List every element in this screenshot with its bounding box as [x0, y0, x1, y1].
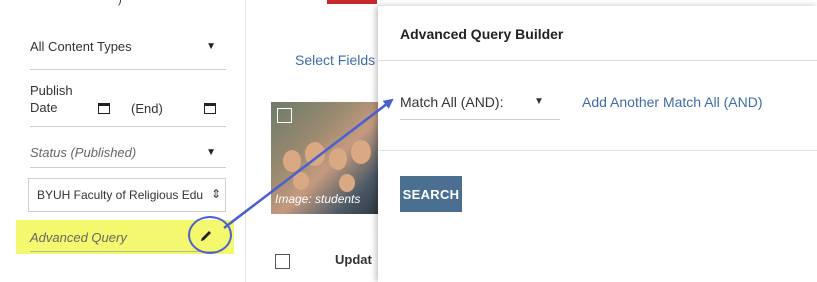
end-date-label[interactable]: (End)	[131, 101, 163, 116]
search-button[interactable]: SEARCH	[400, 176, 462, 212]
match-mode-select[interactable]: Match All (AND): ▼	[400, 90, 560, 120]
content-type-value: All Content Types	[30, 39, 132, 54]
field-underline	[30, 251, 218, 252]
image-caption: Image: students	[275, 192, 361, 206]
advanced-query-builder-panel: Advanced Query Builder Match All (AND): …	[378, 6, 817, 282]
top-fragment: )	[118, 0, 122, 6]
content-type-select[interactable]: All Content Types ▼	[30, 34, 226, 70]
select-fields-link[interactable]: Select Fields	[295, 52, 375, 68]
calendar-icon[interactable]	[98, 103, 110, 114]
divider	[378, 60, 817, 61]
match-mode-value: Match All (AND):	[400, 94, 504, 110]
status-select[interactable]: Status (Published) ▼	[30, 138, 226, 168]
chevron-down-icon: ▼	[206, 147, 216, 158]
advanced-query-label: Advanced Query	[30, 230, 127, 245]
thumbnail-checkbox[interactable]	[277, 108, 292, 123]
calendar-icon[interactable]	[204, 103, 216, 114]
chevron-down-icon: ▼	[534, 96, 544, 107]
add-match-link[interactable]: Add Another Match All (AND)	[582, 94, 763, 110]
panel-title: Advanced Query Builder	[400, 26, 564, 42]
organization-value: BYUH Faculty of Religious Edu	[37, 188, 204, 202]
divider	[378, 150, 817, 151]
content-thumbnail[interactable]: Image: students	[271, 102, 381, 214]
publish-date-label: Publish Date	[30, 83, 73, 115]
filter-sidebar: ) All Content Types ▼ Publish Date (End)…	[0, 0, 246, 282]
main-content: Select Fields Image: students Updat	[247, 0, 387, 282]
column-header-updated[interactable]: Updat	[335, 252, 372, 267]
chevron-down-icon: ▼	[206, 41, 216, 52]
active-tab-indicator	[327, 0, 377, 4]
status-placeholder: Status (Published)	[30, 145, 137, 160]
select-arrows-icon: ⇕	[209, 187, 221, 201]
publish-date-range: Publish Date (End)	[30, 80, 226, 127]
annotation-circle	[188, 216, 232, 254]
organization-select[interactable]: BYUH Faculty of Religious Edu ⇕	[28, 178, 226, 212]
row-checkbox[interactable]	[275, 254, 290, 269]
